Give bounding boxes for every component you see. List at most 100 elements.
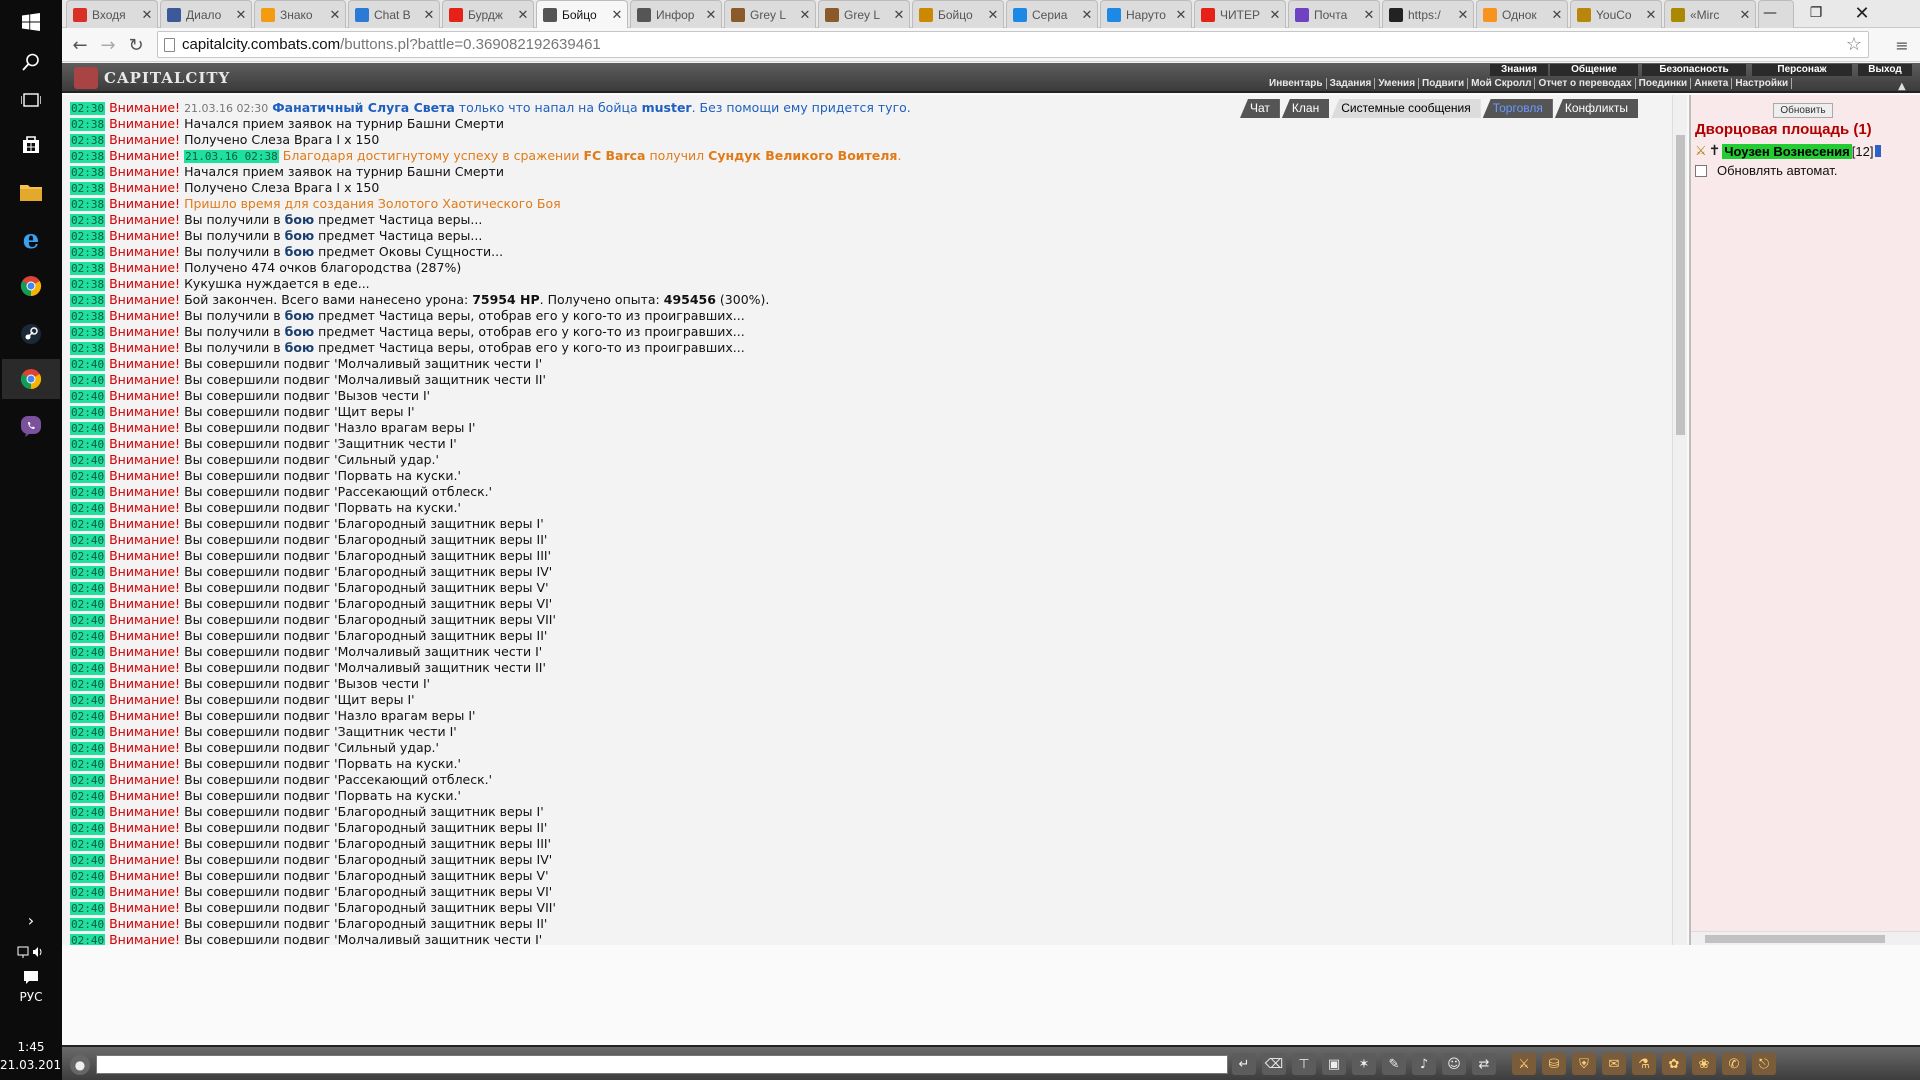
timestamp[interactable]: 02:40 [70,518,106,531]
timestamp[interactable]: 02:40 [70,598,106,611]
tab-close-icon[interactable]: ✕ [1267,7,1283,23]
address-bar[interactable]: capitalcity.combats.com/buttons.pl?battl… [157,31,1869,58]
timestamp[interactable]: 02:40 [70,710,106,723]
timestamp[interactable]: 02:40 [70,886,106,899]
submenu-item[interactable]: Умения [1375,78,1420,89]
menu-item-2[interactable]: Общение [1550,64,1638,76]
browser-tab[interactable]: Grey L ✕ [818,0,910,28]
timestamp[interactable]: 02:40 [70,502,106,515]
battle-link[interactable]: бою [285,244,314,259]
timestamp[interactable]: 02:40 [70,454,106,467]
timestamp[interactable]: 02:40 [70,662,106,675]
timestamp[interactable]: 02:38 [70,278,106,291]
auto-refresh-row[interactable]: Обновлять автомат. [1695,163,1837,178]
timestamp[interactable]: 02:38 [70,262,106,275]
filter-icon[interactable]: ⊤ [1292,1053,1316,1075]
tab-close-icon[interactable]: ✕ [139,7,155,23]
player-name[interactable]: Чоузен Вознесения [1722,143,1852,159]
scroll-thumb[interactable] [1676,135,1685,435]
browser-tab[interactable]: Входя ✕ [66,0,158,28]
submenu-item[interactable]: Поединки [1635,78,1692,89]
timestamp[interactable]: 02:40 [70,390,106,403]
timestamp[interactable]: 02:38 [70,246,106,259]
timestamp[interactable]: 02:40 [70,790,106,803]
refresh-button[interactable]: Обновить [1773,103,1833,118]
player-entry[interactable]: ⚔ ✝ Чоузен Вознесения [12] [1695,143,1882,159]
attack-icon[interactable]: ⚔ [1695,144,1707,159]
scroll-icon[interactable]: ✉ [1602,1053,1626,1075]
timestamp[interactable]: 02:38 [70,214,106,227]
save-icon[interactable]: ▣ [1322,1053,1346,1075]
timestamp[interactable]: 02:40 [70,358,106,371]
timestamp[interactable]: 02:40 [70,646,106,659]
edge-icon[interactable]: e [11,220,51,260]
tab-close-icon[interactable]: ✕ [1455,7,1471,23]
start-icon[interactable] [11,2,51,42]
clock[interactable]: 1:45 21.03.2016 [0,1038,69,1074]
battle-link[interactable]: бою [285,212,314,227]
chat-tab[interactable]: Конфликты [1554,99,1638,118]
file-explorer-icon[interactable] [11,172,51,212]
timestamp[interactable]: 02:40 [70,902,106,915]
reload-icon[interactable]: ↻ [124,33,148,57]
chrome-icon[interactable] [11,266,51,306]
music-icon[interactable]: ♪ [1412,1053,1436,1075]
timestamp[interactable]: 02:40 [70,550,106,563]
panel-scroll-thumb[interactable] [1705,935,1885,943]
browser-tab[interactable]: https:/ ✕ [1382,0,1474,28]
browser-tab[interactable]: ЧИТЕР ✕ [1194,0,1286,28]
chat-icon[interactable]: ✆ [1722,1053,1746,1075]
submenu-item[interactable]: Задания [1326,78,1376,89]
browser-tab[interactable]: YouCo ✕ [1570,0,1662,28]
menu-item-1[interactable]: Знания [1490,64,1548,76]
browser-tab[interactable]: Наруто ✕ [1100,0,1192,28]
submenu-item[interactable]: Настройки [1732,78,1793,89]
battle-link[interactable]: бою [285,340,314,355]
translate-icon[interactable]: ⇄ [1472,1053,1496,1075]
timestamp[interactable]: 02:40 [70,838,106,851]
timestamp[interactable]: 02:40 [70,438,106,451]
sword-icon[interactable]: ⚔ [1512,1053,1536,1075]
submenu-item[interactable]: Анкета [1691,78,1733,89]
menu-item-4[interactable]: Персонаж [1752,64,1852,76]
fight-icon[interactable]: ✶ [1352,1053,1376,1075]
close-window-icon[interactable]: ✕ [1839,0,1885,26]
chat-tab[interactable]: Торговля [1482,99,1553,118]
timestamp[interactable]: 02:40 [70,630,106,643]
battle-link[interactable]: бою [285,228,314,243]
menu-item-3[interactable]: Безопасность [1642,64,1746,76]
scroll-up-icon[interactable]: ▲ [1898,81,1906,92]
browser-tab[interactable]: Chat B ✕ [348,0,440,28]
timestamp[interactable]: 02:38 [70,326,106,339]
minimize-icon[interactable]: — [1747,0,1793,26]
timestamp[interactable]: 02:38 [70,134,106,147]
paw-icon[interactable]: ❀ [1692,1053,1716,1075]
exit-icon[interactable]: ⎋ [1752,1053,1776,1075]
site-logo[interactable]: CAPITALCITY [70,65,260,91]
timestamp[interactable]: 02:40 [70,822,106,835]
chat-tab[interactable]: Системные сообщения [1331,99,1481,118]
timestamp[interactable]: 02:40 [70,870,106,883]
smile-icon[interactable]: ☺ [1442,1053,1466,1075]
menu-icon[interactable]: ≡ [1890,33,1914,57]
chat-mode-icon[interactable]: ● [70,1055,90,1075]
timestamp[interactable]: 02:38 [70,294,106,307]
panel-scrollbar[interactable] [1691,931,1920,945]
tab-close-icon[interactable]: ✕ [891,7,907,23]
task-view-icon[interactable] [11,80,51,120]
timestamp[interactable]: 02:40 [70,614,106,627]
tab-close-icon[interactable]: ✕ [421,7,437,23]
timestamp[interactable]: 02:38 [70,198,106,211]
viber-icon[interactable] [11,406,51,446]
enter-icon[interactable]: ↵ [1232,1053,1256,1075]
bag-icon[interactable]: ⛁ [1542,1053,1566,1075]
timestamp[interactable]: 02:40 [70,422,106,435]
store-icon[interactable] [11,124,51,164]
search-icon[interactable] [11,42,51,82]
language-indicator[interactable]: РУС [0,990,62,1004]
timestamp[interactable]: 02:40 [70,582,106,595]
chrome-active-icon[interactable] [2,359,60,399]
tab-close-icon[interactable]: ✕ [1079,7,1095,23]
menu-item-5[interactable]: Выход [1858,64,1912,76]
tab-close-icon[interactable]: ✕ [515,7,531,23]
